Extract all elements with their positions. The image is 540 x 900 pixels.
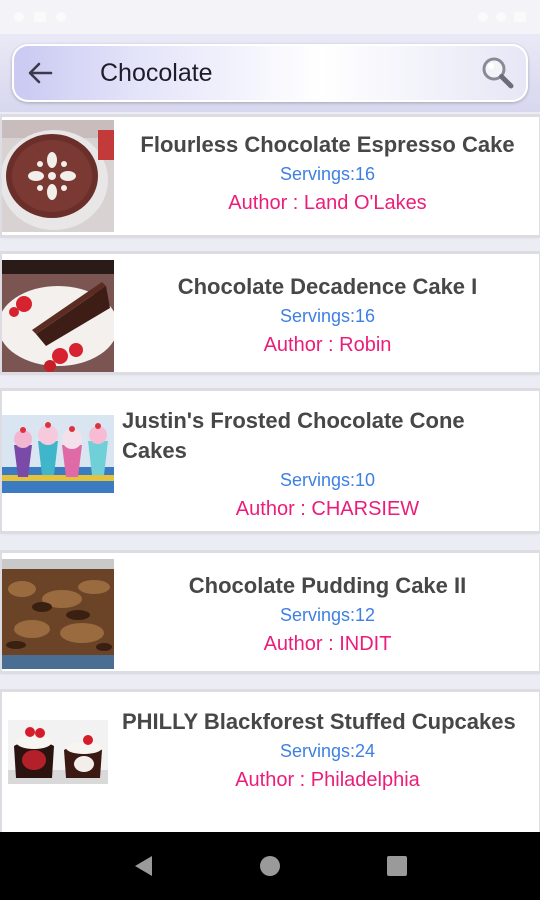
recipe-servings: Servings:12 — [279, 605, 376, 625]
recipe-info: Chocolate Pudding Cake II Servings:12 Au… — [122, 571, 533, 659]
recipe-thumbnail — [2, 120, 114, 232]
recipe-title: Flourless Chocolate Espresso Cake — [140, 132, 515, 157]
nav-home-button[interactable] — [250, 846, 290, 886]
recipe-servings: Servings:24 — [279, 741, 376, 761]
recipe-author: Author : Land O'Lakes — [228, 192, 427, 214]
search-bar: Chocolate — [12, 44, 528, 102]
recipe-thumbnail — [8, 720, 108, 784]
status-left — [14, 12, 66, 22]
recipe-title: Chocolate Pudding Cake II — [188, 573, 467, 598]
recipe-info: Flourless Chocolate Espresso Cake Servin… — [122, 130, 533, 218]
notification-icon — [14, 12, 24, 22]
recipe-card[interactable]: Chocolate Pudding Cake II Servings:12 Au… — [2, 553, 539, 671]
notification-icon — [56, 12, 66, 22]
recipe-title: Chocolate Decadence Cake I — [177, 274, 478, 299]
recipe-info: PHILLY Blackforest Stuffed Cupcakes Serv… — [122, 707, 533, 795]
recipe-author: Author : Robin — [263, 334, 392, 356]
search-button[interactable] — [468, 44, 528, 102]
recipe-title: PHILLY Blackforest Stuffed Cupcakes — [122, 709, 516, 734]
recipe-card[interactable]: Chocolate Decadence Cake I Servings:16 A… — [2, 254, 539, 372]
recipe-servings: Servings:16 — [279, 306, 376, 326]
arrow-left-icon — [28, 62, 53, 84]
recipe-card[interactable]: PHILLY Blackforest Stuffed Cupcakes Serv… — [2, 692, 539, 832]
notification-icon — [34, 12, 46, 22]
triangle-back-icon — [135, 856, 153, 876]
back-button[interactable] — [12, 44, 68, 102]
recipe-thumbnail — [2, 559, 114, 669]
recipe-servings: Servings:10 — [279, 470, 376, 490]
recipe-servings: Servings:16 — [279, 164, 376, 184]
recipe-card[interactable]: Justin's Frosted Chocolate Cone Cakes Se… — [2, 391, 539, 531]
recipe-thumbnail — [2, 415, 114, 493]
status-right — [478, 12, 526, 22]
status-bar — [0, 0, 540, 34]
signal-icon — [496, 12, 506, 22]
nav-back-button[interactable] — [123, 846, 163, 886]
battery-icon — [514, 12, 526, 22]
recipe-title: Justin's Frosted Chocolate Cone Cakes — [122, 408, 465, 463]
recipe-card[interactable]: Flourless Chocolate Espresso Cake Servin… — [2, 117, 539, 235]
magnifier-icon — [482, 57, 514, 89]
recipe-author: Author : INDIT — [263, 633, 392, 655]
recipe-info: Justin's Frosted Chocolate Cone Cakes Se… — [122, 406, 533, 524]
recipe-author: Author : Philadelphia — [235, 769, 420, 791]
recipe-info: Chocolate Decadence Cake I Servings:16 A… — [122, 272, 533, 360]
recipe-author: Author : CHARSIEW — [235, 498, 420, 520]
wifi-icon — [478, 12, 488, 22]
recipe-list: Flourless Chocolate Espresso Cake Servin… — [0, 112, 540, 832]
navigation-bar — [0, 832, 540, 900]
search-header: Chocolate — [0, 34, 540, 112]
nav-recents-button[interactable] — [377, 846, 417, 886]
recipe-thumbnail — [2, 260, 114, 372]
square-recents-icon — [386, 856, 407, 876]
search-input[interactable]: Chocolate — [68, 59, 468, 88]
circle-home-icon — [259, 856, 280, 876]
